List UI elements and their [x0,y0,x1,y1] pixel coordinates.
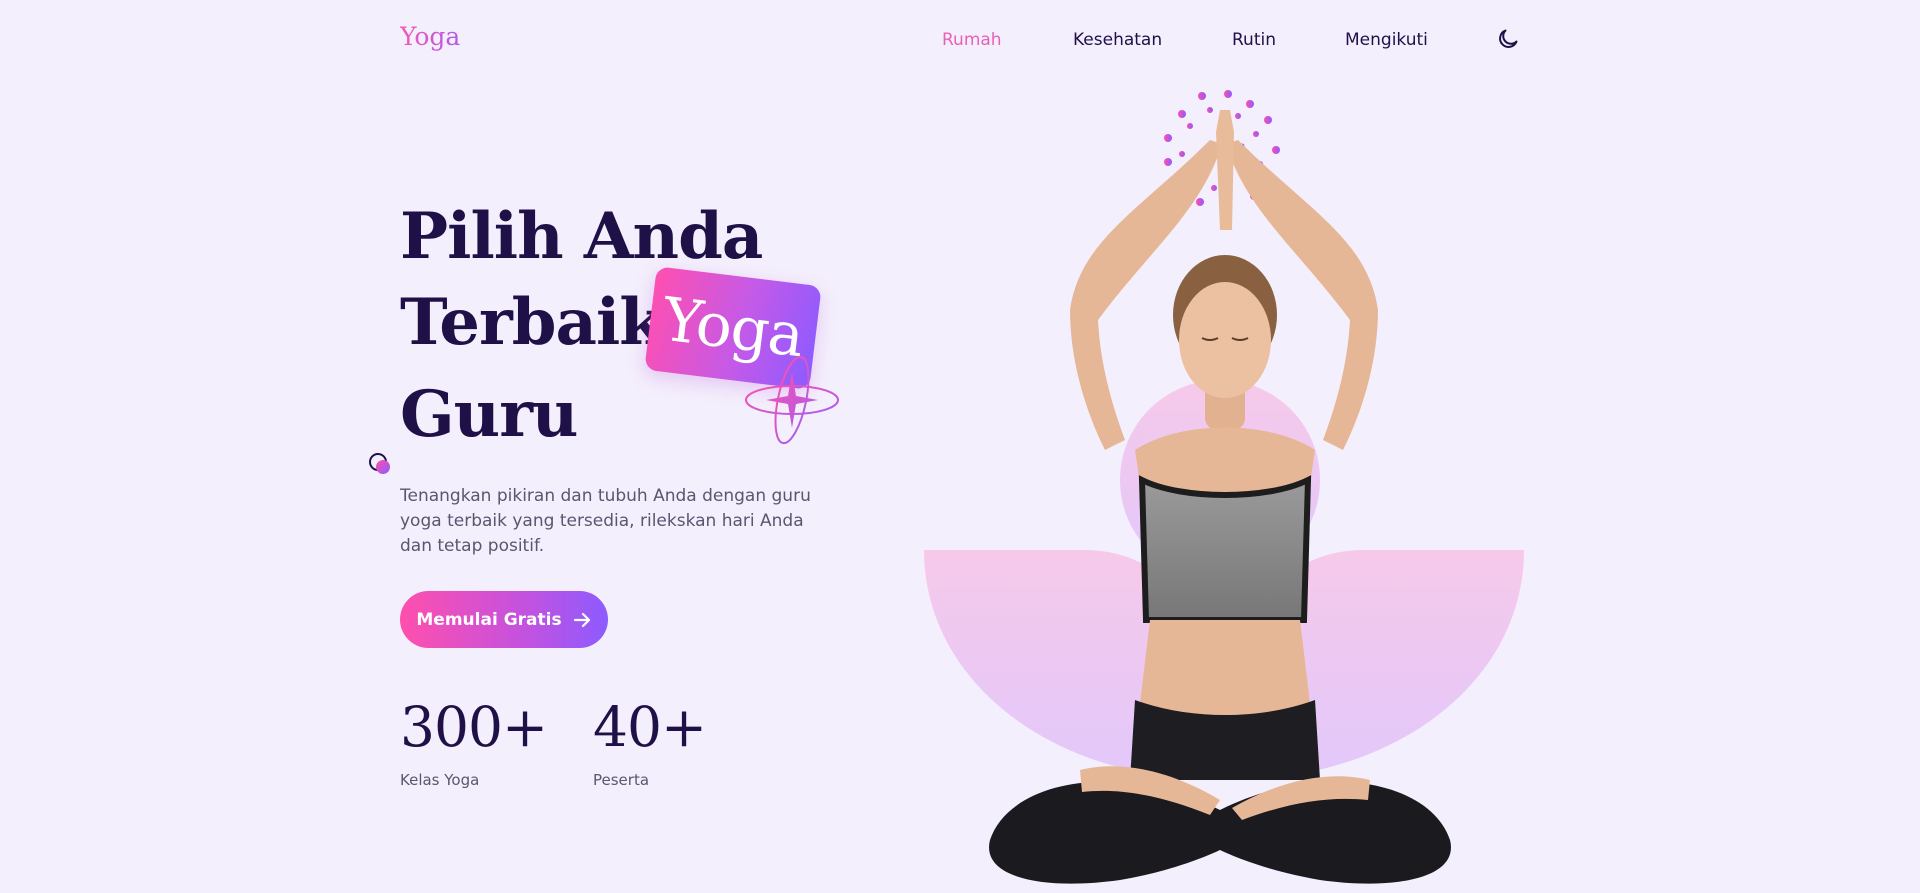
nav-item-kesehatan[interactable]: Kesehatan [1073,30,1162,50]
start-free-button-label: Memulai Gratis [416,609,562,630]
sports-top [1138,475,1312,623]
stomach [1138,620,1312,720]
hero-description: Tenangkan pikiran dan tubuh Anda dengan … [400,486,811,556]
brand-logo[interactable]: Yoga [400,22,460,51]
stat-participants-value: 40+ [593,695,707,759]
hands [1216,110,1234,230]
hero-title-line-1: Pilih Anda [400,199,763,274]
top-navigation: Yoga Rumah Kesehatan Rutin Mengikuti [0,0,1920,80]
start-free-button[interactable]: Memulai Gratis [400,591,608,648]
nav-item-rutin[interactable]: Rutin [1232,30,1276,50]
moon-icon[interactable] [1496,27,1520,51]
yoga-pose-illustration [924,90,1524,884]
circle-decoration-icon [369,453,390,474]
hero-title-line-3: Guru [400,377,578,452]
stat-participants-label: Peserta [593,771,650,789]
crossed-legs [989,781,1451,884]
nav-item-rumah[interactable]: Rumah [942,30,1002,50]
face [1179,282,1271,398]
sparkle-orbit-icon [745,355,839,445]
hero-title-line-2: Terbaik [400,285,664,360]
stat-classes-value: 300+ [400,695,548,759]
nav-item-mengikuti[interactable]: Mengikuti [1345,30,1428,50]
stat-classes-label: Kelas Yoga [400,771,480,789]
arrow-right-icon [573,612,590,627]
